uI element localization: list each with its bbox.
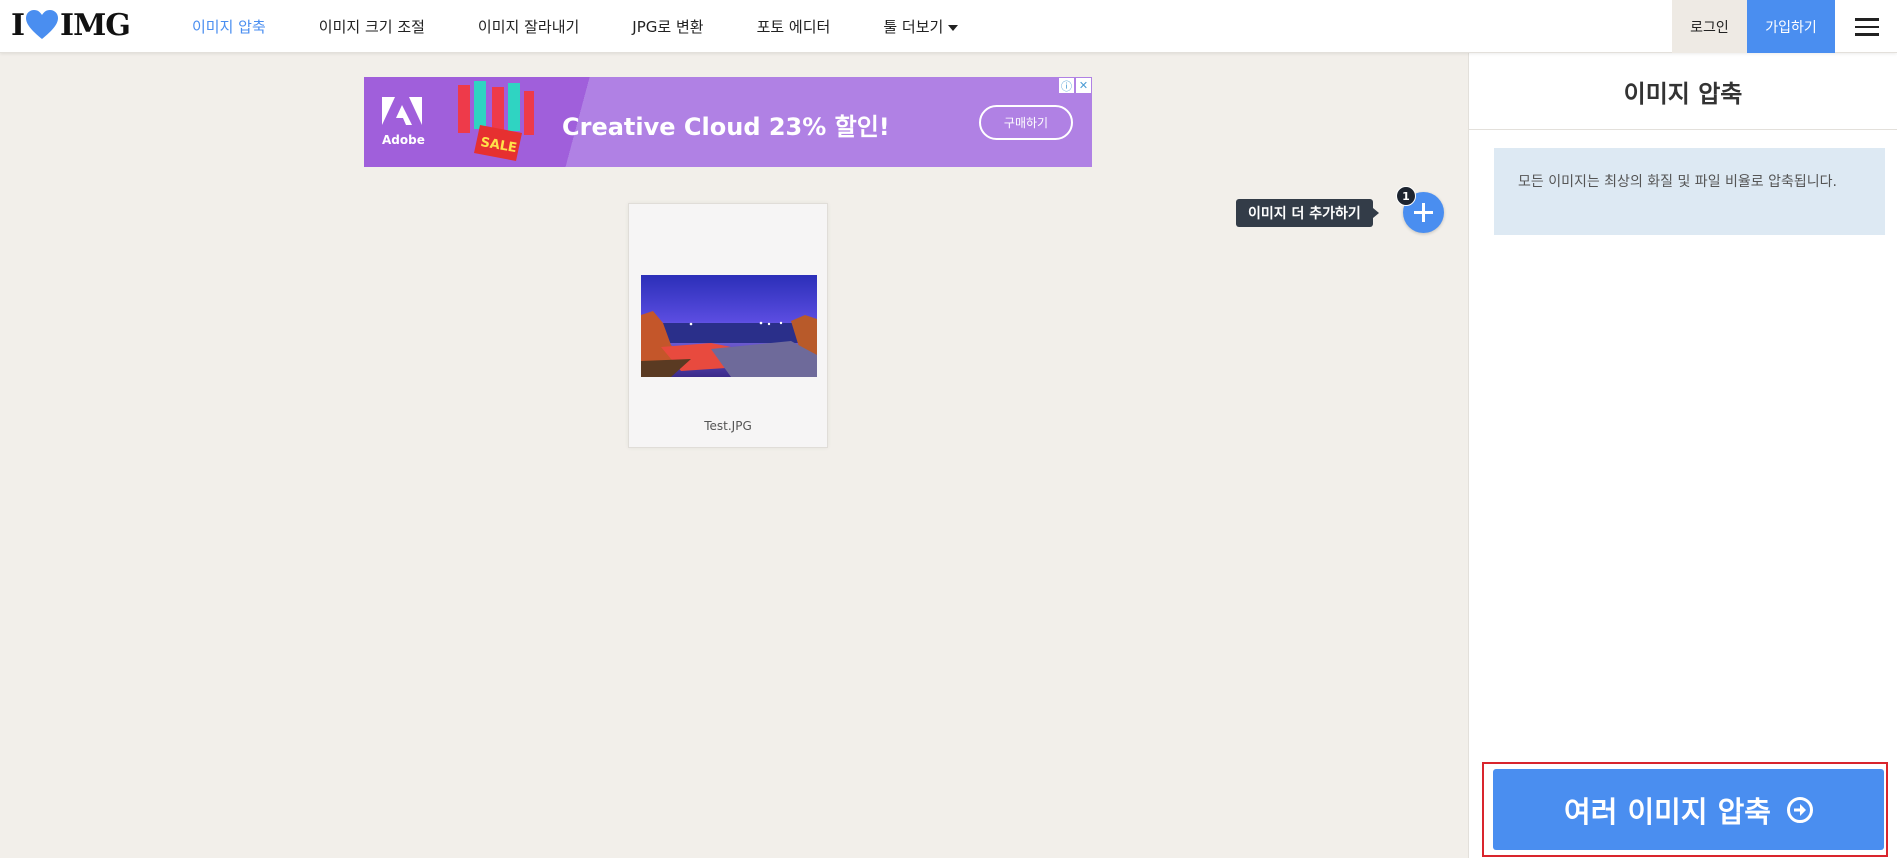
logo-text-img: IMG: [60, 7, 131, 43]
top-navigation-bar: I IMG 이미지 압축 이미지 크기 조절 이미지 잘라내기 JPG로 변환 …: [0, 0, 1897, 53]
compress-button-label: 여러 이미지 압축: [1564, 794, 1771, 829]
heart-icon: [26, 10, 59, 39]
main-nav: 이미지 압축 이미지 크기 조절 이미지 잘라내기 JPG로 변환 포토 에디터…: [192, 0, 1011, 53]
ad-close-icon[interactable]: ✕: [1076, 78, 1091, 93]
adobe-a-icon: [382, 97, 422, 125]
nav-more-tools[interactable]: 툴 더보기: [883, 16, 959, 37]
file-count-badge: 1: [1396, 186, 1416, 206]
ad-info-icon[interactable]: ⓘ: [1059, 78, 1074, 93]
sidebar-title: 이미지 압축: [1469, 53, 1897, 130]
hamburger-menu-icon[interactable]: [1847, 13, 1887, 41]
nav-more-tools-label: 툴 더보기: [883, 18, 944, 36]
ad-choices: ⓘ ✕: [1059, 78, 1091, 93]
file-thumbnail: [641, 275, 817, 377]
nav-crop-image[interactable]: 이미지 잘라내기: [478, 16, 579, 37]
nav-photo-editor[interactable]: 포토 에디터: [757, 16, 831, 37]
ad-buy-button[interactable]: 구매하기: [979, 105, 1073, 140]
compress-images-button[interactable]: 여러 이미지 압축: [1493, 769, 1884, 850]
options-sidebar: 이미지 압축 모든 이미지는 최상의 화질 및 파일 비율로 압축됩니다. 여러…: [1468, 53, 1897, 858]
signup-button[interactable]: 가입하기: [1747, 0, 1835, 53]
advertisement-banner[interactable]: Adobe SALE Creative Cloud 23% 할인! 구매하기 ⓘ…: [364, 77, 1092, 167]
file-name: Test.JPG: [704, 419, 752, 433]
ad-headline: Creative Cloud 23% 할인!: [562, 113, 890, 141]
add-more-tooltip: 이미지 더 추가하기: [1236, 199, 1379, 227]
nav-compress-image[interactable]: 이미지 압축: [192, 16, 266, 37]
logo-text-i: I: [11, 7, 25, 43]
nav-convert-to-jpg[interactable]: JPG로 변환: [632, 16, 703, 37]
login-button[interactable]: 로그인: [1672, 0, 1747, 53]
adobe-brand-label: Adobe: [382, 133, 425, 147]
adobe-logo: Adobe: [382, 95, 425, 149]
caret-down-icon: [948, 24, 959, 31]
iloveimg-logo[interactable]: I IMG: [11, 7, 131, 43]
nav-resize-image[interactable]: 이미지 크기 조절: [319, 16, 425, 37]
uploaded-file-card[interactable]: Test.JPG: [628, 203, 828, 448]
arrow-right-circle-icon: [1786, 796, 1813, 823]
sale-graphic-icon: SALE: [458, 81, 534, 161]
compression-info-box: 모든 이미지는 최상의 화질 및 파일 비율로 압축됩니다.: [1494, 148, 1885, 235]
